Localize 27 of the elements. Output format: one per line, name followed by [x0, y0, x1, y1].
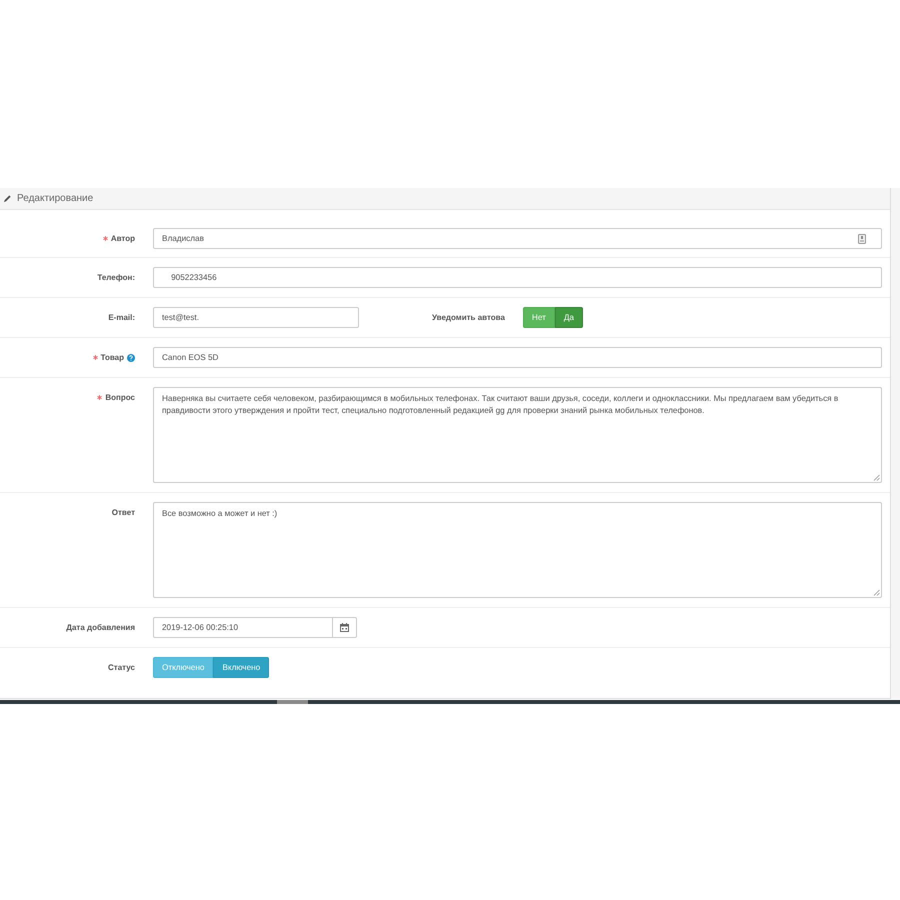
field-label: Товар: [100, 353, 124, 362]
text-area[interactable]: Наверняка вы считаете себя человеком, разбирающимся в мобильных телефонах. Так считают ваши друзья, соседи, коллеги и одноклассники. Мы предлагаем вам убедиться в правдивости этого утверждения и пройти тест, специально подготовленный редакцией gg для проверки знаний рынка мобильных телефонов.: [153, 387, 882, 483]
help-icon[interactable]: [127, 354, 135, 362]
field-label: Дата добавления: [66, 623, 135, 632]
field-label: Вопрос: [105, 393, 135, 402]
field-label: Ответ: [112, 508, 135, 517]
date-field[interactable]: 2019-12-06 00:25:10: [153, 617, 333, 638]
resize-grip-icon[interactable]: [873, 474, 880, 481]
scrollbar-track[interactable]: [0, 700, 900, 704]
text-area[interactable]: Все возможно а может и нет :): [153, 502, 882, 598]
calendar-icon: [340, 623, 349, 632]
pencil-icon: [3, 194, 12, 203]
field-label: Телефон:: [97, 273, 135, 282]
text-field[interactable]: 9052233456: [153, 267, 882, 288]
field-label: Автор: [110, 234, 135, 243]
text-field[interactable]: Canon EOS 5D: [153, 347, 882, 368]
option-button[interactable]: Да: [554, 307, 583, 328]
field-label: Статус: [108, 663, 135, 672]
notify-label: Уведомить автова: [432, 313, 505, 322]
field-label: E-mail:: [108, 313, 135, 322]
panel-title: Редактирование: [17, 193, 94, 204]
calendar-button[interactable]: [333, 617, 357, 638]
text-field[interactable]: Владислав: [153, 228, 882, 249]
email-field[interactable]: test@test.: [153, 307, 359, 328]
contact-card-icon[interactable]: [858, 234, 866, 244]
scrollbar-thumb[interactable]: [277, 700, 308, 704]
resize-grip-icon[interactable]: [873, 589, 880, 596]
